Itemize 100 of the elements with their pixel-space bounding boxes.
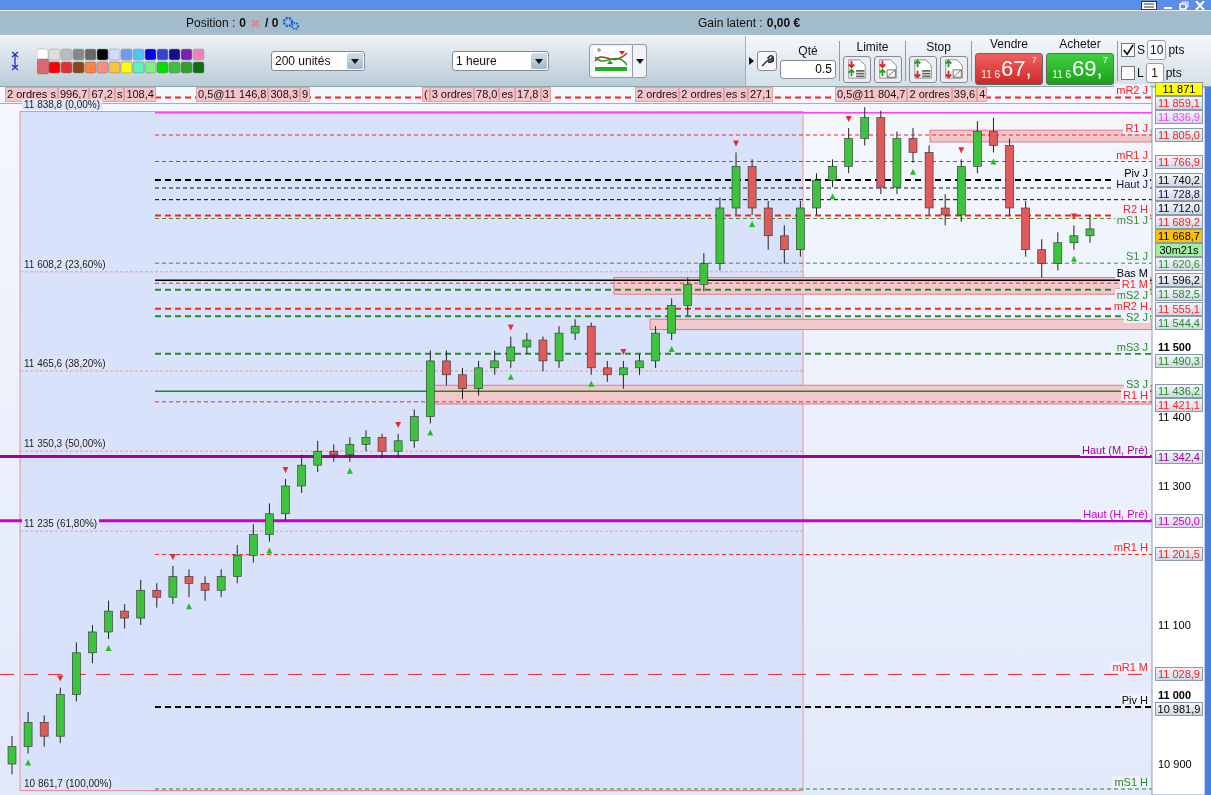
candlestick bbox=[120, 603, 129, 629]
candlestick bbox=[1069, 224, 1079, 251]
stop-order-button[interactable] bbox=[940, 55, 968, 83]
quantity-field[interactable]: 0.5 bbox=[780, 59, 836, 79]
level-label: R1 H bbox=[1120, 389, 1150, 402]
level-label: Piv H bbox=[1119, 694, 1150, 707]
candlestick bbox=[603, 360, 612, 383]
indicator-button[interactable] bbox=[589, 44, 633, 78]
candlestick bbox=[345, 436, 355, 463]
points-field[interactable]: 10 bbox=[1147, 39, 1167, 60]
candlestick bbox=[297, 454, 306, 494]
axis-tick-label: 11 400 bbox=[1158, 410, 1191, 423]
order-tag[interactable]: 108,4 bbox=[124, 87, 156, 102]
checkbox[interactable] bbox=[1121, 65, 1135, 80]
indicator-menu-button[interactable] bbox=[633, 44, 647, 78]
level-label: Haut J bbox=[1114, 178, 1150, 191]
checkbox[interactable] bbox=[1121, 42, 1135, 57]
candlestick bbox=[55, 675, 65, 744]
candlestick bbox=[104, 600, 113, 651]
level-label: Bas M bbox=[1114, 267, 1150, 280]
candlestick bbox=[506, 336, 516, 369]
order-tag[interactable]: 17,8 bbox=[515, 87, 541, 102]
candlestick bbox=[393, 433, 403, 459]
collapse-arrow-icon[interactable] bbox=[749, 57, 754, 65]
level-label: mR2 J bbox=[1114, 84, 1150, 97]
candlestick bbox=[780, 224, 789, 265]
keyboard-icon[interactable] bbox=[1141, 0, 1157, 10]
candlestick bbox=[232, 544, 242, 584]
candlestick bbox=[908, 127, 918, 164]
price-tag: 11 740,2 bbox=[1155, 173, 1203, 188]
order-tag[interactable]: 39,6 bbox=[951, 87, 978, 102]
candlestick bbox=[88, 624, 97, 664]
fibonacci-label: 10 861,7 (100,00%) bbox=[22, 777, 114, 789]
order-tag[interactable]: 27,1 bbox=[747, 87, 774, 102]
period-dropdown[interactable]: 1 heure bbox=[452, 51, 549, 71]
order-tag[interactable]: 3 ordres bbox=[429, 87, 475, 102]
option-label: L bbox=[1137, 65, 1144, 80]
order-tag[interactable]: 4 bbox=[977, 87, 988, 102]
points-unit: pts bbox=[1168, 42, 1185, 57]
price-tag: 11 028,9 bbox=[1155, 667, 1203, 682]
candlestick bbox=[329, 443, 339, 463]
candlestick bbox=[989, 117, 998, 165]
level-label: mR2 H bbox=[1111, 300, 1150, 313]
gears-icon[interactable] bbox=[282, 16, 301, 30]
points-field[interactable]: 1 bbox=[1145, 62, 1164, 83]
caret-icon bbox=[635, 58, 644, 64]
order-tag[interactable]: es bbox=[499, 87, 516, 102]
close-icon[interactable] bbox=[1195, 0, 1205, 10]
candlestick bbox=[586, 322, 596, 387]
candlestick bbox=[828, 158, 837, 188]
limit-order-button[interactable] bbox=[874, 55, 902, 83]
price-tag: 11 582,5 bbox=[1155, 287, 1203, 302]
candlestick bbox=[152, 582, 162, 609]
current-price-tag: 11 668,7 bbox=[1155, 229, 1203, 244]
orders-value: / 0 bbox=[265, 16, 279, 30]
order-tag[interactable]: 2 ordres bbox=[907, 87, 952, 102]
restore-icon[interactable] bbox=[1179, 0, 1189, 10]
candlestick bbox=[989, 117, 998, 153]
vertical-cursor-icon[interactable] bbox=[10, 50, 20, 72]
units-dropdown[interactable]: 200 unités bbox=[271, 51, 365, 71]
order-tag[interactable]: 308,3 bbox=[268, 87, 300, 102]
candlestick bbox=[216, 568, 226, 598]
settings-button[interactable] bbox=[757, 51, 777, 71]
caret-icon bbox=[535, 58, 543, 64]
order-list-icon bbox=[912, 58, 934, 80]
limit-order-list-button[interactable] bbox=[843, 55, 871, 83]
fibonacci-label: 11 350,3 (50,00%) bbox=[22, 438, 108, 450]
order-tag[interactable]: ( bbox=[422, 87, 430, 102]
color-palette[interactable] bbox=[37, 47, 207, 75]
stop-order-list-button[interactable] bbox=[909, 55, 937, 83]
candlestick bbox=[136, 579, 145, 626]
price-tag: 11 689,2 bbox=[1155, 215, 1203, 230]
level-label: S3 J bbox=[1124, 378, 1150, 391]
order-tag[interactable]: 78,0 bbox=[474, 87, 500, 102]
candlestick bbox=[409, 409, 419, 449]
level-label: S1 J bbox=[1124, 250, 1150, 263]
order-tag[interactable]: 2 ordres bbox=[635, 87, 680, 102]
order-tag[interactable]: 2 ordres bbox=[679, 87, 724, 102]
order-tag[interactable]: 0,5@11 804,7 bbox=[835, 87, 908, 102]
candlestick bbox=[619, 360, 628, 390]
axis-tick-label: 10 900 bbox=[1158, 758, 1192, 770]
order-tag[interactable]: es s bbox=[723, 87, 748, 102]
order-tag[interactable]: 3 bbox=[540, 87, 551, 102]
candlestick bbox=[619, 348, 628, 390]
candlestick bbox=[522, 332, 532, 355]
candlestick bbox=[1085, 214, 1095, 244]
candlestick bbox=[844, 116, 853, 174]
candlestick bbox=[23, 711, 33, 766]
fibonacci-label: 11 235 (61,80%) bbox=[22, 518, 100, 530]
level-label: R1 J bbox=[1123, 122, 1150, 134]
order-tag[interactable]: 9 bbox=[300, 87, 311, 102]
candlestick bbox=[458, 367, 467, 400]
order-tag[interactable]: 0,5@11 146,8 bbox=[196, 87, 269, 102]
price-tag: 11 712,0 bbox=[1155, 201, 1203, 216]
candlestick bbox=[265, 502, 274, 543]
candlestick bbox=[796, 200, 805, 258]
price-tag: 11 805,0 bbox=[1155, 128, 1203, 142]
candlestick bbox=[828, 158, 837, 200]
candlestick bbox=[393, 421, 403, 459]
candlestick bbox=[1069, 213, 1079, 262]
